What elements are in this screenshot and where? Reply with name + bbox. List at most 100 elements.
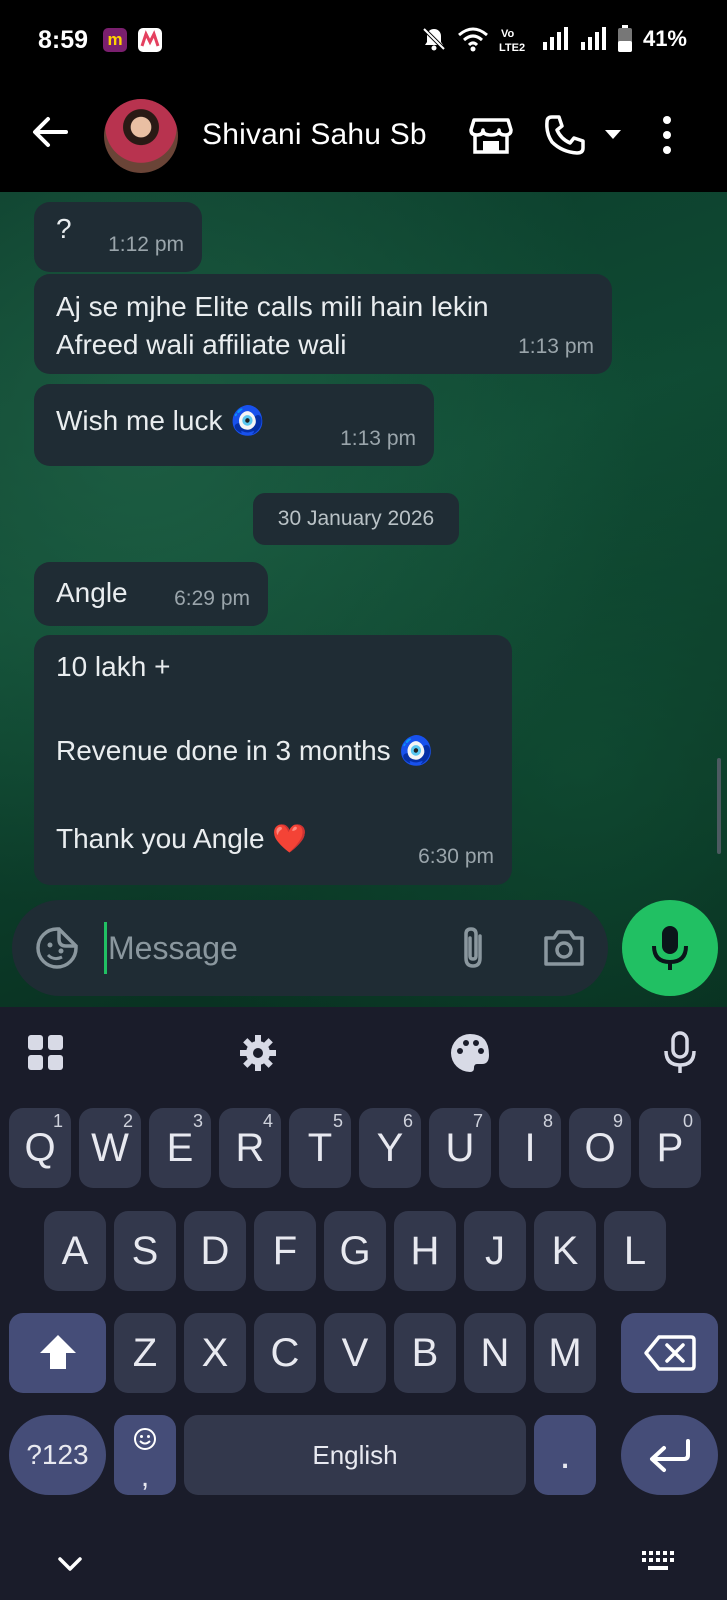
keyboard-settings-button[interactable] — [234, 1029, 282, 1077]
mute-icon — [422, 27, 446, 51]
shift-arrow-icon — [39, 1335, 76, 1369]
status-time: 8:59 — [38, 26, 89, 54]
voice-message-button[interactable] — [622, 900, 718, 996]
message-time: 1:12 pm — [108, 233, 184, 256]
microphone-icon — [664, 1031, 696, 1073]
period-key[interactable]: . — [534, 1415, 596, 1495]
emoji-comma-key[interactable]: , — [114, 1415, 176, 1495]
space-key[interactable]: English — [184, 1415, 526, 1495]
svg-text:Vo: Vo — [501, 28, 515, 40]
microphone-icon — [652, 926, 688, 970]
message-bubble[interactable]: Wish me luck 🧿 1:13 pm — [34, 384, 434, 466]
text-caret — [104, 922, 107, 974]
key-m[interactable]: M — [534, 1313, 596, 1393]
key-c[interactable]: C — [254, 1313, 316, 1393]
symbols-key[interactable]: ?123 — [9, 1415, 106, 1495]
app-notification-icon — [138, 28, 162, 52]
key-l[interactable]: L — [604, 1211, 666, 1291]
key-s[interactable]: S — [114, 1211, 176, 1291]
message-input[interactable] — [108, 918, 428, 978]
hide-keyboard-button[interactable] — [52, 1547, 88, 1583]
key-y[interactable]: Y6 — [359, 1108, 421, 1188]
enter-arrow-icon — [649, 1439, 690, 1472]
app-notification-icon: m — [103, 28, 127, 52]
key-t[interactable]: T5 — [289, 1108, 351, 1188]
contact-name[interactable]: Shivani Sahu Sb — [202, 118, 427, 152]
key-g[interactable]: G — [324, 1211, 386, 1291]
key-q[interactable]: Q1 — [9, 1108, 71, 1188]
key-j[interactable]: J — [464, 1211, 526, 1291]
status-bar: 8:59 m Vo LTE2 41% — [0, 0, 727, 82]
more-vert-icon — [663, 116, 671, 154]
message-text-line: 10 lakh + — [56, 651, 171, 682]
message-time: 1:13 pm — [340, 427, 416, 450]
chat-scrollbar[interactable] — [717, 758, 721, 854]
key-p[interactable]: P0 — [639, 1108, 701, 1188]
message-bubble[interactable]: ? 1:12 pm — [34, 202, 202, 272]
key-z[interactable]: Z — [114, 1313, 176, 1393]
emoji-sticker-button[interactable] — [34, 925, 80, 971]
business-catalog-button[interactable] — [468, 112, 514, 158]
battery-percent: 41% — [642, 26, 687, 51]
key-r[interactable]: R4 — [219, 1108, 281, 1188]
message-bubble[interactable]: 10 lakh + Revenue done in 3 months 🧿 Tha… — [34, 635, 512, 885]
camera-button[interactable] — [540, 924, 588, 972]
key-x[interactable]: X — [184, 1313, 246, 1393]
backspace-icon — [643, 1335, 696, 1371]
message-composer — [12, 900, 608, 996]
key-v[interactable]: V — [324, 1313, 386, 1393]
key-d[interactable]: D — [184, 1211, 246, 1291]
message-time: 6:29 pm — [174, 587, 250, 610]
paperclip-icon — [464, 927, 482, 968]
chat-area[interactable]: ? 1:12 pm Aj se mjhe Elite calls mili ha… — [0, 192, 727, 1007]
keyboard-voice-input-button[interactable] — [656, 1029, 704, 1077]
attach-button[interactable] — [450, 924, 498, 972]
call-options-dropdown[interactable] — [602, 124, 624, 146]
contact-avatar[interactable] — [104, 99, 178, 173]
switch-keyboard-button[interactable] — [638, 1547, 678, 1577]
key-a[interactable]: A — [44, 1211, 106, 1291]
soft-keyboard: Q1 W2 E3 R4 T5 Y6 U7 I8 O9 P0 A S D F G … — [0, 1007, 727, 1600]
key-h[interactable]: H — [394, 1211, 456, 1291]
message-bubble[interactable]: Angle 6:29 pm — [34, 562, 268, 626]
keyboard-apps-button[interactable] — [22, 1029, 70, 1077]
phone-icon — [545, 115, 585, 155]
message-time: 6:30 pm — [418, 845, 494, 868]
comma-label: , — [140, 1460, 150, 1493]
key-e[interactable]: E3 — [149, 1108, 211, 1188]
key-i[interactable]: I8 — [499, 1108, 561, 1188]
voice-call-button[interactable] — [542, 112, 588, 158]
message-bubble[interactable]: Aj se mjhe Elite calls mili hain lekin A… — [34, 274, 612, 374]
shift-key[interactable] — [9, 1313, 106, 1393]
volte-icon: Vo LTE2 — [499, 28, 525, 53]
storefront-icon — [469, 118, 513, 154]
svg-text:LTE2: LTE2 — [499, 42, 525, 53]
back-button[interactable] — [28, 110, 72, 154]
signal-icon — [542, 27, 568, 50]
message-text: Wish me luck 🧿 — [56, 405, 266, 436]
key-o[interactable]: O9 — [569, 1108, 631, 1188]
chat-header: Shivani Sahu Sb — [0, 82, 727, 192]
camera-icon — [544, 930, 584, 966]
gear-icon — [240, 1035, 276, 1071]
keyboard-icon — [642, 1551, 674, 1570]
key-w[interactable]: W2 — [79, 1108, 141, 1188]
key-u[interactable]: U7 — [429, 1108, 491, 1188]
message-time: 1:13 pm — [518, 335, 594, 358]
more-options-button[interactable] — [652, 112, 682, 158]
date-separator: 30 January 2026 — [253, 493, 459, 545]
message-text-line: Revenue done in 3 months 🧿 — [56, 735, 434, 766]
wifi-icon — [457, 27, 488, 52]
signal-icon — [580, 27, 606, 50]
enter-key[interactable] — [621, 1415, 718, 1495]
keyboard-theme-button[interactable] — [446, 1029, 494, 1077]
key-f[interactable]: F — [254, 1211, 316, 1291]
backspace-key[interactable] — [621, 1313, 718, 1393]
key-k[interactable]: K — [534, 1211, 596, 1291]
key-n[interactable]: N — [464, 1313, 526, 1393]
sticker-icon — [36, 927, 78, 969]
message-text: ? — [56, 213, 72, 244]
key-b[interactable]: B — [394, 1313, 456, 1393]
palette-icon — [451, 1034, 489, 1072]
grid-icon — [28, 1035, 63, 1070]
